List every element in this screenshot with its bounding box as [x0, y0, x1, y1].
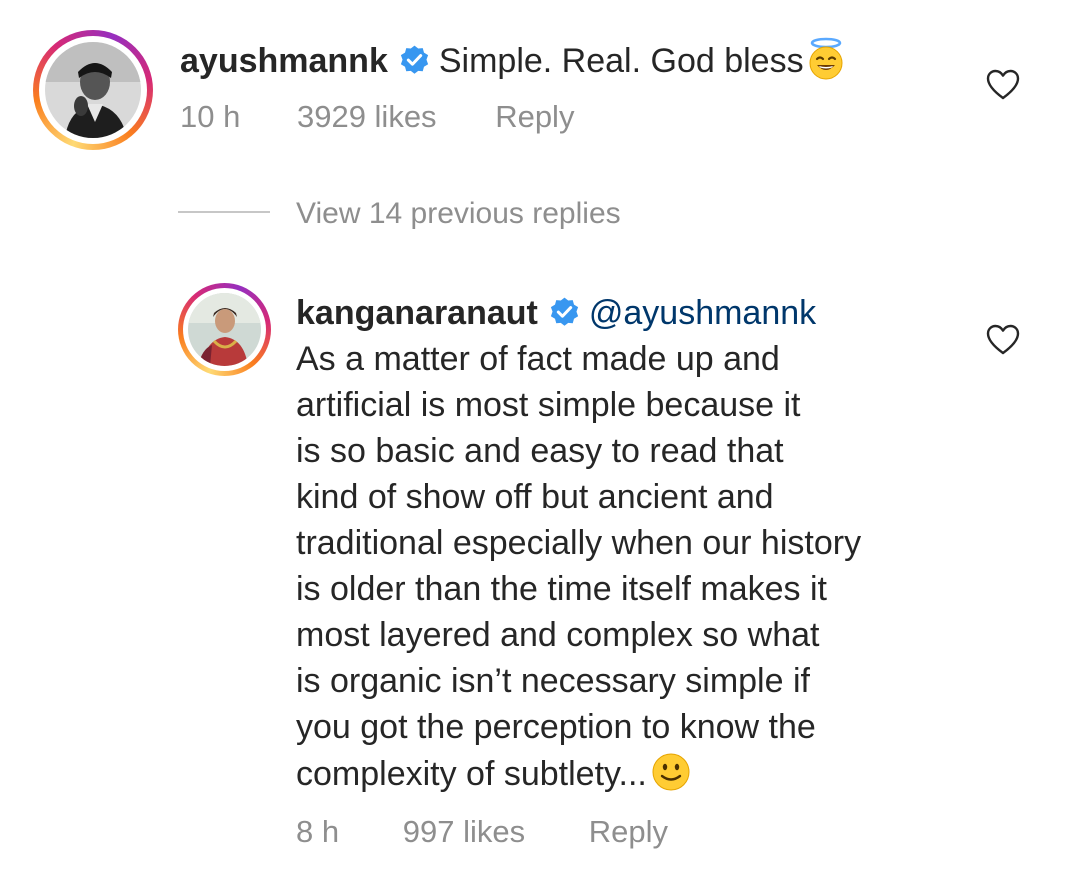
mention-link[interactable]: @ayushmannk	[589, 294, 816, 332]
comment-line: ayushmannk Simple. Real. God bless	[180, 37, 848, 84]
reply-text-last-line: complexity of subtlety...	[296, 750, 996, 796]
reply-text-line: most layered and complex so what	[296, 616, 820, 654]
reply-time[interactable]: 8 h	[296, 812, 339, 852]
halo-smile-emoji-icon	[804, 37, 848, 81]
reply-text-line: As a matter of fact made up and	[296, 340, 780, 378]
comments-thread: ayushmannk Simple. Real. God bless 10 h 3…	[0, 0, 1080, 886]
comment-likes[interactable]: 3929 likes	[297, 97, 437, 137]
avatar[interactable]	[188, 293, 261, 366]
view-previous-replies-button[interactable]: View 14 previous replies	[296, 194, 621, 234]
avatar-photo	[188, 293, 261, 366]
verified-badge-icon	[398, 44, 431, 77]
reply-text: As a matter of fact made up and artifici…	[296, 336, 996, 796]
reply-username[interactable]: kanganaranaut	[296, 294, 538, 332]
reply-reply-button[interactable]: Reply	[589, 812, 668, 852]
comment-username[interactable]: ayushmannk	[180, 42, 388, 80]
reply-text-line: is organic isn’t necessary simple if	[296, 662, 810, 700]
avatar[interactable]	[45, 42, 141, 138]
comment-reply-button[interactable]: Reply	[495, 97, 574, 137]
divider-line	[178, 211, 270, 213]
reply-text-line: complexity of subtlety...	[296, 755, 647, 793]
verified-badge-icon	[548, 296, 581, 329]
comment-meta: 10 h 3929 likes Reply	[180, 97, 574, 137]
reply-text-line: kind of show off but ancient and	[296, 478, 774, 516]
comment-text: Simple. Real. God bless	[438, 42, 804, 80]
avatar-photo	[45, 42, 141, 138]
reply-text-line: traditional especially when our history	[296, 524, 862, 562]
reply-text-line: is so basic and easy to read that	[296, 432, 784, 470]
reply-text-line: artificial is most simple because it	[296, 386, 801, 424]
reply-text-line: you got the perception to know the	[296, 708, 816, 746]
reply-likes[interactable]: 997 likes	[403, 812, 525, 852]
slight-smile-emoji-icon	[649, 750, 693, 794]
reply-text-line: is older than the time itself makes it	[296, 570, 828, 608]
comment-time[interactable]: 10 h	[180, 97, 240, 137]
like-heart-icon[interactable]	[986, 323, 1020, 357]
like-heart-icon[interactable]	[986, 68, 1020, 102]
reply-meta: 8 h 997 likes Reply	[296, 812, 668, 852]
reply-header-line: kanganaranaut @ayushmannk	[296, 290, 816, 336]
